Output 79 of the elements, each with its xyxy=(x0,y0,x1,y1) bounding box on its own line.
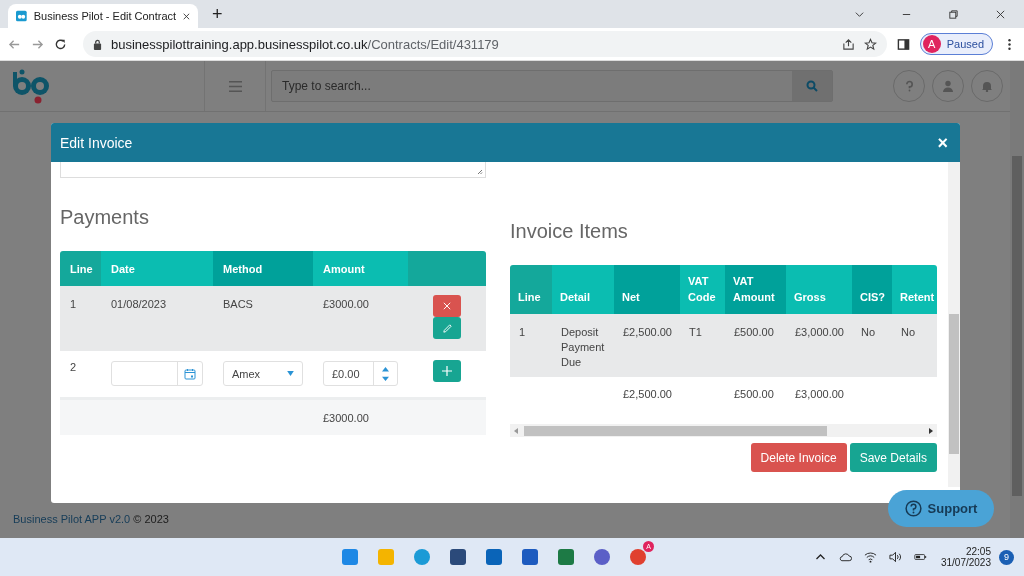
share-icon[interactable] xyxy=(841,37,855,51)
battery-icon[interactable] xyxy=(913,551,927,563)
total-cell: £2,500.00 xyxy=(623,388,672,400)
pencil-icon xyxy=(441,322,453,334)
section-heading: Invoice Items xyxy=(510,220,629,243)
logo-icon xyxy=(16,9,27,23)
star-icon[interactable] xyxy=(863,37,877,51)
address-bar[interactable]: businesspilottraining.app.businesspilot.co.uk/Contracts/Edit/431179 xyxy=(83,31,887,57)
column-header[interactable]: Line xyxy=(60,251,101,286)
user-icon xyxy=(942,80,954,92)
column-header[interactable]: VAT Amount xyxy=(725,265,786,314)
amount-field[interactable]: £0.00 xyxy=(323,361,398,386)
plus-icon xyxy=(442,366,452,376)
table-cell: £3,000.00 xyxy=(795,326,844,338)
reload-icon[interactable] xyxy=(54,37,67,51)
date-field[interactable] xyxy=(111,361,203,386)
search-field[interactable]: Type to search... xyxy=(271,70,833,102)
total-cell: £3,000.00 xyxy=(795,388,844,400)
column-header[interactable]: Line xyxy=(510,265,552,314)
column-header[interactable]: VAT Code xyxy=(680,265,725,314)
speaker-icon[interactable] xyxy=(888,551,902,563)
table-cell: 1 xyxy=(519,326,526,338)
horizontal-scrollbar[interactable] xyxy=(510,424,937,437)
calendar-icon[interactable] xyxy=(184,367,196,380)
close-icon xyxy=(443,302,451,310)
table-cell: £2,500.00 xyxy=(623,326,672,338)
lock-icon xyxy=(93,38,102,50)
table-cell-text: 2 xyxy=(69,360,78,375)
column-header[interactable]: Net xyxy=(614,265,680,314)
close-icon[interactable] xyxy=(995,8,1006,20)
method-dropdown[interactable]: Amex xyxy=(223,361,303,386)
caret-icon xyxy=(287,371,294,376)
support-button[interactable]: Support xyxy=(888,490,994,527)
total-cell: £500.00 xyxy=(734,388,774,400)
delete-invoice-button[interactable]: Delete Invoice xyxy=(750,443,847,472)
save-button[interactable]: Save Details xyxy=(849,443,937,472)
notes-field[interactable] xyxy=(60,162,486,178)
column-header[interactable]: Date xyxy=(101,251,213,286)
column-header[interactable]: Detail xyxy=(552,265,614,314)
column-header[interactable]: Gross xyxy=(786,265,852,314)
section-heading: Payments xyxy=(60,206,150,229)
table-cell-text: 1 xyxy=(69,297,78,312)
bell-icon xyxy=(981,80,993,92)
close-icon[interactable] xyxy=(183,11,190,21)
page-scrollbar[interactable] xyxy=(1010,61,1024,538)
scroll-left-icon[interactable] xyxy=(514,427,518,434)
stepper-icon[interactable] xyxy=(382,364,389,383)
cloud-icon[interactable] xyxy=(838,551,852,563)
notification-badge[interactable]: 9 xyxy=(999,549,1014,565)
help-icon xyxy=(904,500,922,517)
footer-text: Business Pilot APP v2.0 © 2023 xyxy=(13,513,169,525)
url-text: businesspilottraining.app.businesspilot.co.uk/Contracts/Edit/431179 xyxy=(111,36,499,52)
table-cell: T1 xyxy=(689,326,702,338)
table-cell-text: BACS xyxy=(222,297,254,312)
table-cell-text: 01/08/2023 xyxy=(110,297,168,312)
profile-button[interactable]: A Paused xyxy=(919,33,993,55)
table-cell: No xyxy=(861,326,876,338)
close-button[interactable]: × xyxy=(937,133,948,152)
column-header[interactable]: Amount xyxy=(313,251,408,286)
side-panel-icon[interactable] xyxy=(896,37,910,51)
total-cell-text: £3000.00 xyxy=(322,410,370,426)
restore-icon[interactable] xyxy=(948,8,959,20)
wifi-icon[interactable] xyxy=(863,551,877,563)
new-tab-button[interactable]: + xyxy=(212,5,223,23)
delete-button[interactable] xyxy=(433,295,461,317)
table-cell-text: £3000.00 xyxy=(322,297,370,312)
clock[interactable]: 22:05 31/07/2023 xyxy=(940,546,991,568)
table-cell: £500.00 xyxy=(734,326,774,338)
resize-grip-icon[interactable] xyxy=(477,169,483,175)
browser-tab[interactable]: Business Pilot - Edit Contract xyxy=(8,4,198,28)
column-header[interactable]: CIS? xyxy=(852,265,892,314)
column-header[interactable]: Retent xyxy=(892,265,937,314)
table-cell: Deposit Payment Due xyxy=(561,326,605,368)
column-header[interactable]: Method xyxy=(213,251,313,286)
dialog-title: Edit Invoice xyxy=(60,134,133,151)
help-icon xyxy=(904,80,914,92)
table-cell: No xyxy=(901,326,916,338)
vertical-scrollbar[interactable] xyxy=(948,162,960,487)
scroll-right-icon[interactable] xyxy=(929,427,933,434)
